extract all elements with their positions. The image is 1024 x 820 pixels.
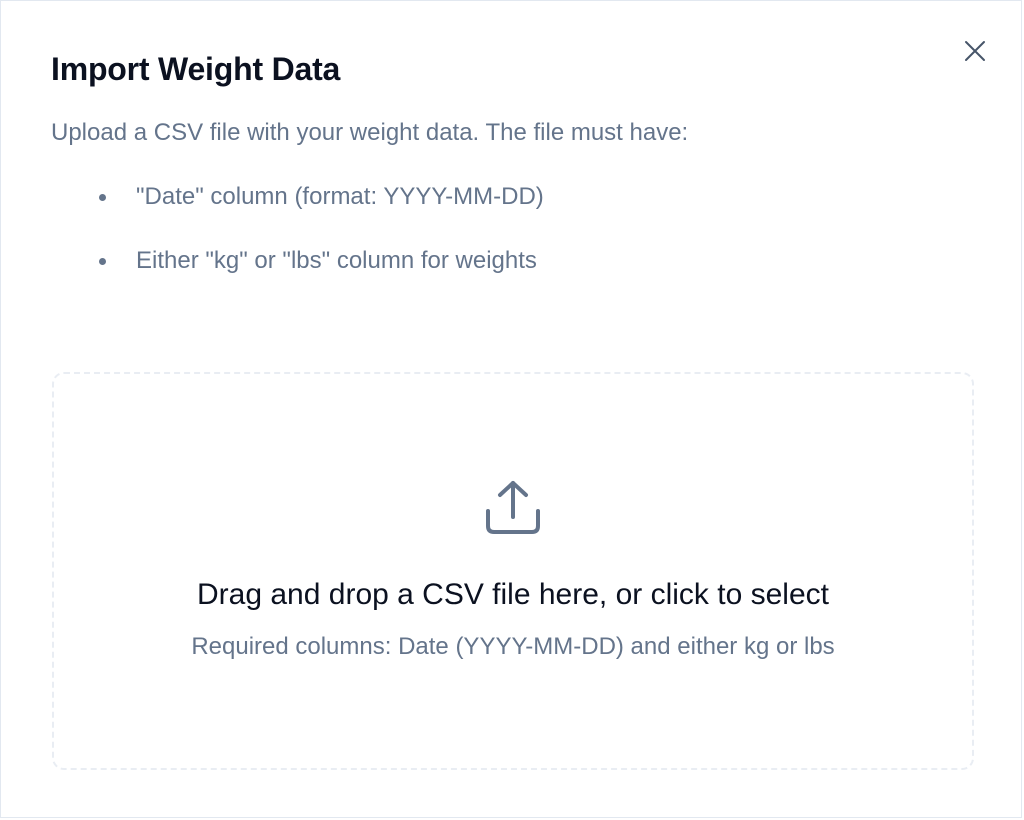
requirement-item: Either "kg" or "lbs" column for weights [51,245,544,309]
dialog-title: Import Weight Data [51,51,341,87]
dropzone-hint-text: Required columns: Date (YYYY-MM-DD) and … [191,633,835,660]
requirements-list: "Date" column (format: YYYY-MM-DD) Eithe… [51,181,544,309]
bullet-icon [99,194,106,201]
close-button[interactable] [959,35,991,67]
bullet-icon [99,258,106,265]
csv-dropzone[interactable] [52,372,974,770]
requirement-text: "Date" column (format: YYYY-MM-DD) [136,183,544,210]
requirement-item: "Date" column (format: YYYY-MM-DD) [51,181,544,245]
dropzone-primary-text: Drag and drop a CSV file here, or click … [197,578,829,611]
dialog-description: Upload a CSV file with your weight data.… [51,119,689,146]
close-icon [965,41,985,61]
upload-icon [486,481,540,534]
import-weight-dialog: Import Weight Data Upload a CSV file wit… [0,0,1022,818]
requirement-text: Either "kg" or "lbs" column for weights [136,247,537,274]
